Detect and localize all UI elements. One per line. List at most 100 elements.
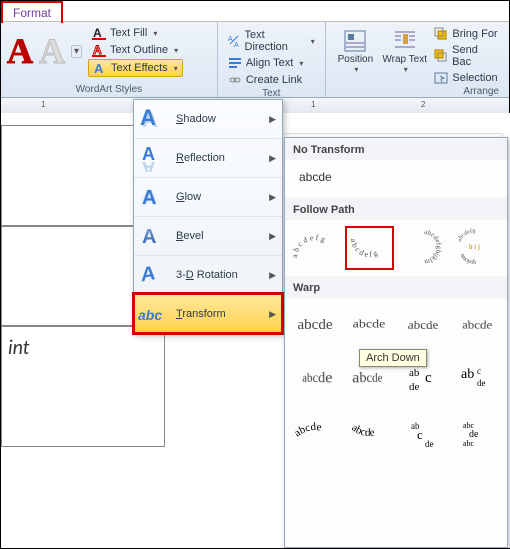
text-effects-button[interactable]: A Text Effects▾ xyxy=(88,59,183,77)
thumb-warp-9[interactable]: abcde xyxy=(291,412,339,454)
thumb-warp-12[interactable]: abcdeabc xyxy=(453,412,501,454)
create-link-button[interactable]: Create Link xyxy=(224,72,319,88)
menu-item-shadow[interactable]: AA SShadowhadow ▶ xyxy=(134,100,282,138)
text-outline-button[interactable]: A Text Outline▾ xyxy=(88,42,183,58)
menu-shadow-label: SShadowhadow xyxy=(176,113,269,125)
menu-reflection-label: Reflection xyxy=(176,152,269,164)
svg-text:de: de xyxy=(477,378,486,388)
menu-item-glow[interactable]: AA Glow ▶ xyxy=(134,177,282,216)
text-effects-label: Text Effects xyxy=(111,62,168,74)
chevron-right-icon: ▶ xyxy=(269,270,276,281)
selection-pane-icon xyxy=(434,71,448,85)
menu-item-transform[interactable]: abc Transform ▶ xyxy=(134,294,282,333)
thumb-arch-up[interactable]: a b c d e f g xyxy=(291,226,339,268)
svg-text:de: de xyxy=(409,381,420,393)
create-link-label: Create Link xyxy=(246,74,302,86)
chevron-right-icon: ▶ xyxy=(269,309,276,320)
svg-text:A: A xyxy=(142,187,156,209)
thumb-warp-3[interactable]: abcde xyxy=(399,304,447,346)
send-backward-label: Send Bac xyxy=(452,44,499,68)
tooltip-arch-down: Arch Down xyxy=(359,349,427,367)
chevron-right-icon: ▶ xyxy=(269,153,276,164)
text-effects-icon: A xyxy=(93,61,107,75)
text-fill-icon: A xyxy=(92,26,106,40)
reflection-icon: AA xyxy=(138,143,168,173)
bring-forward-label: Bring For xyxy=(452,28,497,40)
thumb-warp-11[interactable]: abcde xyxy=(399,412,447,454)
wordart-style-2[interactable]: A xyxy=(39,30,65,72)
text-outline-label: Text Outline xyxy=(110,44,168,56)
menu-item-3d-rotation[interactable]: A 3-D Rotation ▶ xyxy=(134,255,282,294)
bevel-icon: A xyxy=(138,221,168,251)
thumb-warp-5[interactable]: abcde xyxy=(291,358,339,400)
text-direction-icon: AA xyxy=(228,34,241,48)
wrap-text-label: Wrap Text xyxy=(382,54,427,65)
text-fill-label: Text Fill xyxy=(110,27,147,39)
svg-text:abc: abc xyxy=(463,439,475,448)
svg-text:A: A xyxy=(141,262,156,286)
send-backward-icon xyxy=(434,49,448,63)
text-outline-icon: A xyxy=(92,43,106,57)
wrap-text-icon xyxy=(392,28,418,54)
selection-pane-button[interactable]: Selection xyxy=(430,70,503,86)
svg-text:abcde: abcde xyxy=(349,422,375,439)
gallery-header-warp: Warp xyxy=(285,276,507,298)
position-label: Position xyxy=(338,54,374,65)
svg-text:abcdefg: abcdefg xyxy=(457,228,476,242)
wordart-style-1[interactable]: A xyxy=(7,30,33,72)
svg-text:A: A xyxy=(94,61,104,75)
group-wordart-label: WordArt Styles xyxy=(7,84,211,97)
thumb-warp-2[interactable]: abcde xyxy=(345,307,393,343)
bring-forward-button[interactable]: Bring For xyxy=(430,26,503,42)
svg-text:A: A xyxy=(142,158,155,172)
menu-rotation-label: 3-D Rotation xyxy=(176,269,269,281)
thumb-warp-4[interactable]: abcde xyxy=(453,304,501,346)
svg-text:c: c xyxy=(425,370,432,386)
create-link-icon xyxy=(228,73,242,87)
shadow-icon: AA xyxy=(138,104,168,134)
bring-forward-icon xyxy=(434,27,448,41)
position-icon xyxy=(342,28,368,54)
svg-text:a b c d e f g: a b c d e f g xyxy=(293,233,327,258)
align-text-button[interactable]: Align Text▾ xyxy=(224,55,319,71)
thumb-no-transform[interactable]: abcde xyxy=(285,160,507,198)
svg-text:de: de xyxy=(425,439,434,449)
tab-format[interactable]: Format xyxy=(1,1,63,23)
thumb-warp-10[interactable]: abcde xyxy=(345,412,393,454)
thumb-button[interactable]: abcdefgh i j umopdb xyxy=(454,226,502,268)
svg-text:ab: ab xyxy=(409,367,420,379)
svg-text:abcde: abcde xyxy=(293,421,322,439)
transform-icon: abc xyxy=(138,299,168,329)
text-direction-button[interactable]: AA Text Direction▾ xyxy=(224,28,319,54)
gallery-header-followpath: Follow Path xyxy=(285,198,507,220)
svg-text:h i j: h i j xyxy=(469,243,480,251)
thumb-warp-1[interactable]: abcde xyxy=(291,304,339,346)
wrap-text-button[interactable]: Wrap Text▾ xyxy=(381,24,428,86)
menu-item-bevel[interactable]: A Bevel ▶ xyxy=(134,216,282,255)
svg-text:A: A xyxy=(142,226,156,248)
svg-text:c: c xyxy=(417,427,423,442)
svg-text:umopdb: umopdb xyxy=(459,253,477,266)
text-fill-button[interactable]: A Text Fill▾ xyxy=(88,25,183,41)
wordart-more-icon[interactable]: ▾ xyxy=(71,45,82,58)
chevron-right-icon: ▶ xyxy=(269,192,276,203)
thumb-warp-8[interactable]: abc de xyxy=(453,358,501,400)
menu-bevel-label: Bevel xyxy=(176,230,269,242)
menu-item-reflection[interactable]: AA Reflection ▶ xyxy=(134,138,282,177)
cell-text: int xyxy=(8,336,29,360)
text-effects-menu: AA SShadowhadow ▶ AA Reflection ▶ AA Glo… xyxy=(133,99,283,334)
svg-text:c: c xyxy=(477,366,481,376)
svg-text:A: A xyxy=(93,43,102,57)
selection-pane-label: Selection xyxy=(452,72,497,84)
align-text-label: Align Text xyxy=(246,57,294,69)
svg-text:abcdefghijklm: abcdefghijklm xyxy=(423,228,443,266)
thumb-arch-down[interactable]: a b c d e f g xyxy=(345,226,395,270)
position-button[interactable]: Position▾ xyxy=(332,24,379,86)
svg-text:A: A xyxy=(93,26,102,40)
glow-icon: AA xyxy=(138,182,168,212)
menu-glow-label: Glow xyxy=(176,191,269,203)
svg-text:ab: ab xyxy=(461,367,474,382)
thumb-circle[interactable]: abcdefghijklm xyxy=(400,226,448,268)
send-backward-button[interactable]: Send Bac xyxy=(430,43,503,69)
menu-transform-label: Transform xyxy=(176,308,269,320)
